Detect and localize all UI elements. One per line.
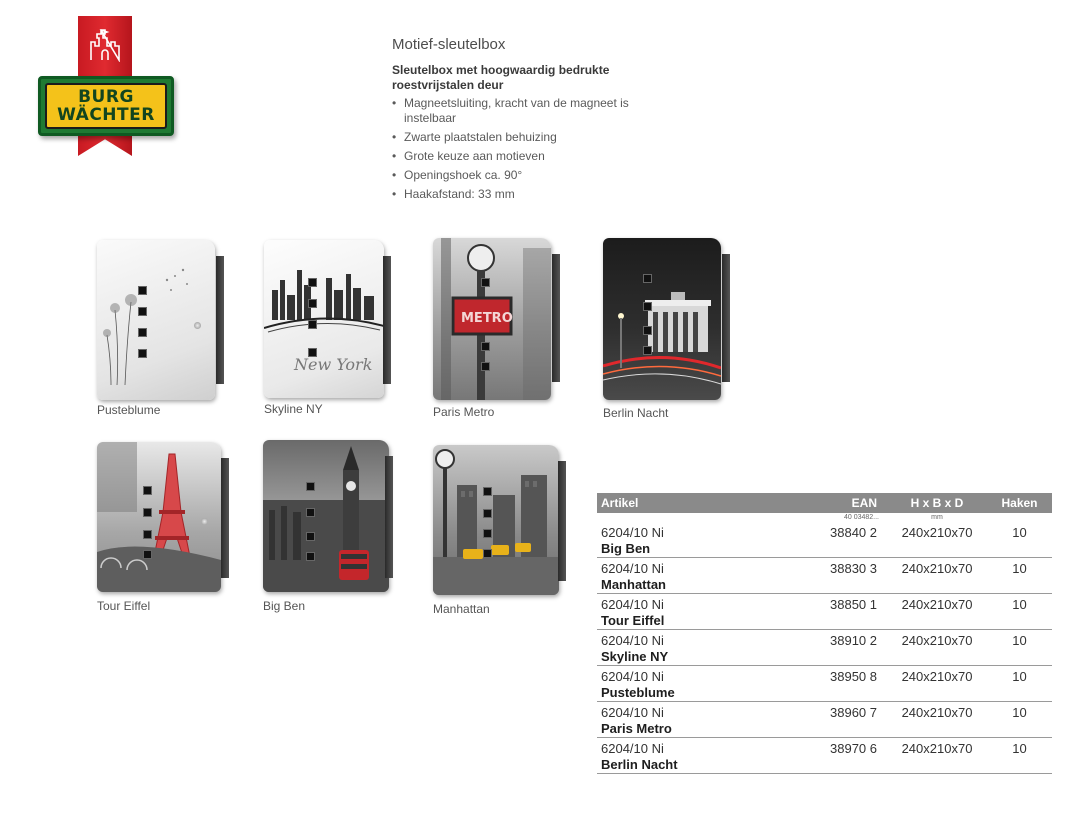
article-number: 6204/10 Ni <box>601 525 664 540</box>
hooks-cell: 10 <box>987 701 1052 738</box>
product-caption: Big Ben <box>263 599 306 613</box>
product-image-big-ben <box>263 440 389 592</box>
product-description: Motief-sleutelbox Sleutelbox met hoogwaa… <box>392 36 652 206</box>
motif-name: Berlin Nacht <box>601 757 678 772</box>
product-image-skyline-ny: New York <box>264 240 384 398</box>
product-image-pusteblume <box>97 240 215 400</box>
article-table: Artikel EAN H x B x D Haken 40 03482... … <box>597 493 1052 774</box>
unit-haken <box>987 513 1052 522</box>
ean-cell: 38970 6 <box>812 737 887 774</box>
dimensions-cell: 240x210x70 <box>887 629 987 666</box>
ean-cell: 38840 2 <box>812 522 887 558</box>
product-big-ben[interactable]: Big Ben <box>263 440 393 620</box>
product-caption: Berlin Nacht <box>603 406 669 420</box>
table-row: 6204/10 Ni Tour Eiffel 38850 1 240x210x70… <box>597 593 1052 630</box>
dimensions-cell: 240x210x70 <box>887 522 987 558</box>
table-row: 6204/10 Ni Paris Metro 38960 7 240x210x70… <box>597 701 1052 738</box>
ean-cell: 38910 2 <box>812 629 887 666</box>
motif-name: Tour Eiffel <box>601 613 665 628</box>
header-dimensions: H x B x D <box>887 493 987 513</box>
product-subtitle: Sleutelbox met hoogwaardig bedrukte roes… <box>392 63 610 92</box>
logo-plate: BURG WÄCHTER <box>38 76 174 136</box>
product-caption: Pusteblume <box>97 403 161 417</box>
feature-item: Openingshoek ca. 90° <box>392 168 652 183</box>
article-number: 6204/10 Ni <box>601 633 664 648</box>
dimensions-cell: 240x210x70 <box>887 557 987 594</box>
product-pusteblume[interactable]: Pusteblume <box>97 240 224 420</box>
dimensions-cell: 240x210x70 <box>887 701 987 738</box>
hooks-cell: 10 <box>987 557 1052 594</box>
dimensions-cell: 240x210x70 <box>887 593 987 630</box>
hooks-cell: 10 <box>987 522 1052 558</box>
product-berlin-nacht[interactable]: Berlin Nacht <box>603 238 730 422</box>
product-caption: Paris Metro <box>433 405 495 419</box>
article-number: 6204/10 Ni <box>601 705 664 720</box>
unit-dimensions: mm <box>931 514 943 521</box>
hooks-cell: 10 <box>987 737 1052 774</box>
hooks-cell: 10 <box>987 629 1052 666</box>
table-row: 6204/10 Ni Big Ben 38840 2 240x210x70 10 <box>597 522 1052 558</box>
table-units-row: 40 03482... mm <box>597 513 1052 522</box>
product-tour-eiffel[interactable]: Tour Eiffel <box>97 442 229 622</box>
header-haken: Haken <box>987 493 1052 513</box>
article-number: 6204/10 Ni <box>601 597 664 612</box>
hooks-cell: 10 <box>987 665 1052 702</box>
motif-name: Skyline NY <box>601 649 669 664</box>
motif-name: Big Ben <box>601 541 651 556</box>
table-row: 6204/10 Ni Manhattan 38830 3 240x210x70 1… <box>597 557 1052 594</box>
dimensions-cell: 240x210x70 <box>887 665 987 702</box>
ean-cell: 38960 7 <box>812 701 887 738</box>
product-caption: Tour Eiffel <box>97 599 151 613</box>
castle-icon <box>90 29 120 62</box>
table-row: 6204/10 Ni Pusteblume 38950 8 240x210x70 … <box>597 665 1052 702</box>
table-header-row: Artikel EAN H x B x D Haken <box>597 493 1052 513</box>
svg-text:METRO: METRO <box>461 311 513 326</box>
product-image-berlin-nacht <box>603 238 721 400</box>
feature-item: Grote keuze aan motieven <box>392 149 652 164</box>
product-image-tour-eiffel <box>97 442 221 592</box>
brand-line-2: WÄCHTER <box>57 105 155 125</box>
product-paris-metro[interactable]: METRO Paris Metro <box>433 238 560 422</box>
table-row: 6204/10 Ni Berlin Nacht 38970 6 240x210x7… <box>597 737 1052 774</box>
feature-item: Haakafstand: 33 mm <box>392 187 652 202</box>
unit-ean: 40 03482... <box>843 514 879 521</box>
unit-artikel <box>597 513 812 522</box>
feature-item: Magneetsluiting, kracht van de magneet i… <box>392 96 652 126</box>
article-number: 6204/10 Ni <box>601 741 664 756</box>
motif-name: Pusteblume <box>601 685 675 700</box>
dimensions-cell: 240x210x70 <box>887 737 987 774</box>
header-artikel: Artikel <box>597 493 812 513</box>
ean-cell: 38850 1 <box>812 593 887 630</box>
hooks-cell: 10 <box>987 593 1052 630</box>
table-row: 6204/10 Ni Skyline NY 38910 2 240x210x70 … <box>597 629 1052 666</box>
burg-waechter-logo: BURG WÄCHTER <box>38 14 174 160</box>
header-ean: EAN <box>812 493 887 513</box>
product-caption: Manhattan <box>433 602 490 616</box>
brand-line-1: BURG <box>78 87 134 107</box>
product-title: Motief-sleutelbox <box>392 36 506 53</box>
motif-name: Manhattan <box>601 577 666 592</box>
article-number: 6204/10 Ni <box>601 669 664 684</box>
feature-item: Zwarte plaatstalen behuizing <box>392 130 652 145</box>
product-image-manhattan <box>433 445 559 595</box>
svg-text:New York: New York <box>293 355 372 374</box>
motif-name: Paris Metro <box>601 721 672 736</box>
product-image-paris-metro: METRO <box>433 238 551 400</box>
feature-list: Magneetsluiting, kracht van de magneet i… <box>392 96 652 202</box>
ean-cell: 38830 3 <box>812 557 887 594</box>
ean-cell: 38950 8 <box>812 665 887 702</box>
product-skyline-ny[interactable]: New York Skyline NY <box>264 240 391 420</box>
article-number: 6204/10 Ni <box>601 561 664 576</box>
product-manhattan[interactable]: Manhattan <box>433 445 568 625</box>
product-caption: Skyline NY <box>264 402 323 416</box>
